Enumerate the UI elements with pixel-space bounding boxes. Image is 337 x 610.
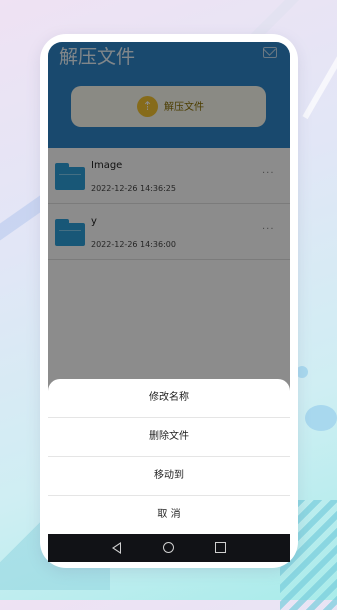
recent-apps-icon[interactable] [215, 542, 226, 553]
action-sheet: 修改名称 删除文件 移动到 取 消 [48, 379, 290, 534]
move-to-button[interactable]: 移动到 [48, 457, 290, 496]
background-dot [305, 405, 337, 431]
rename-button[interactable]: 修改名称 [48, 379, 290, 418]
background-stripe [302, 46, 337, 120]
delete-file-button[interactable]: 删除文件 [48, 418, 290, 457]
cancel-button[interactable]: 取 消 [48, 496, 290, 534]
back-icon[interactable] [112, 542, 121, 554]
system-nav-bar [48, 534, 290, 562]
home-icon[interactable] [163, 542, 174, 553]
phone-screen: 解压文件 ⇡ 解压文件 Image 2022-12-26 14:36:25 ··… [48, 42, 290, 562]
